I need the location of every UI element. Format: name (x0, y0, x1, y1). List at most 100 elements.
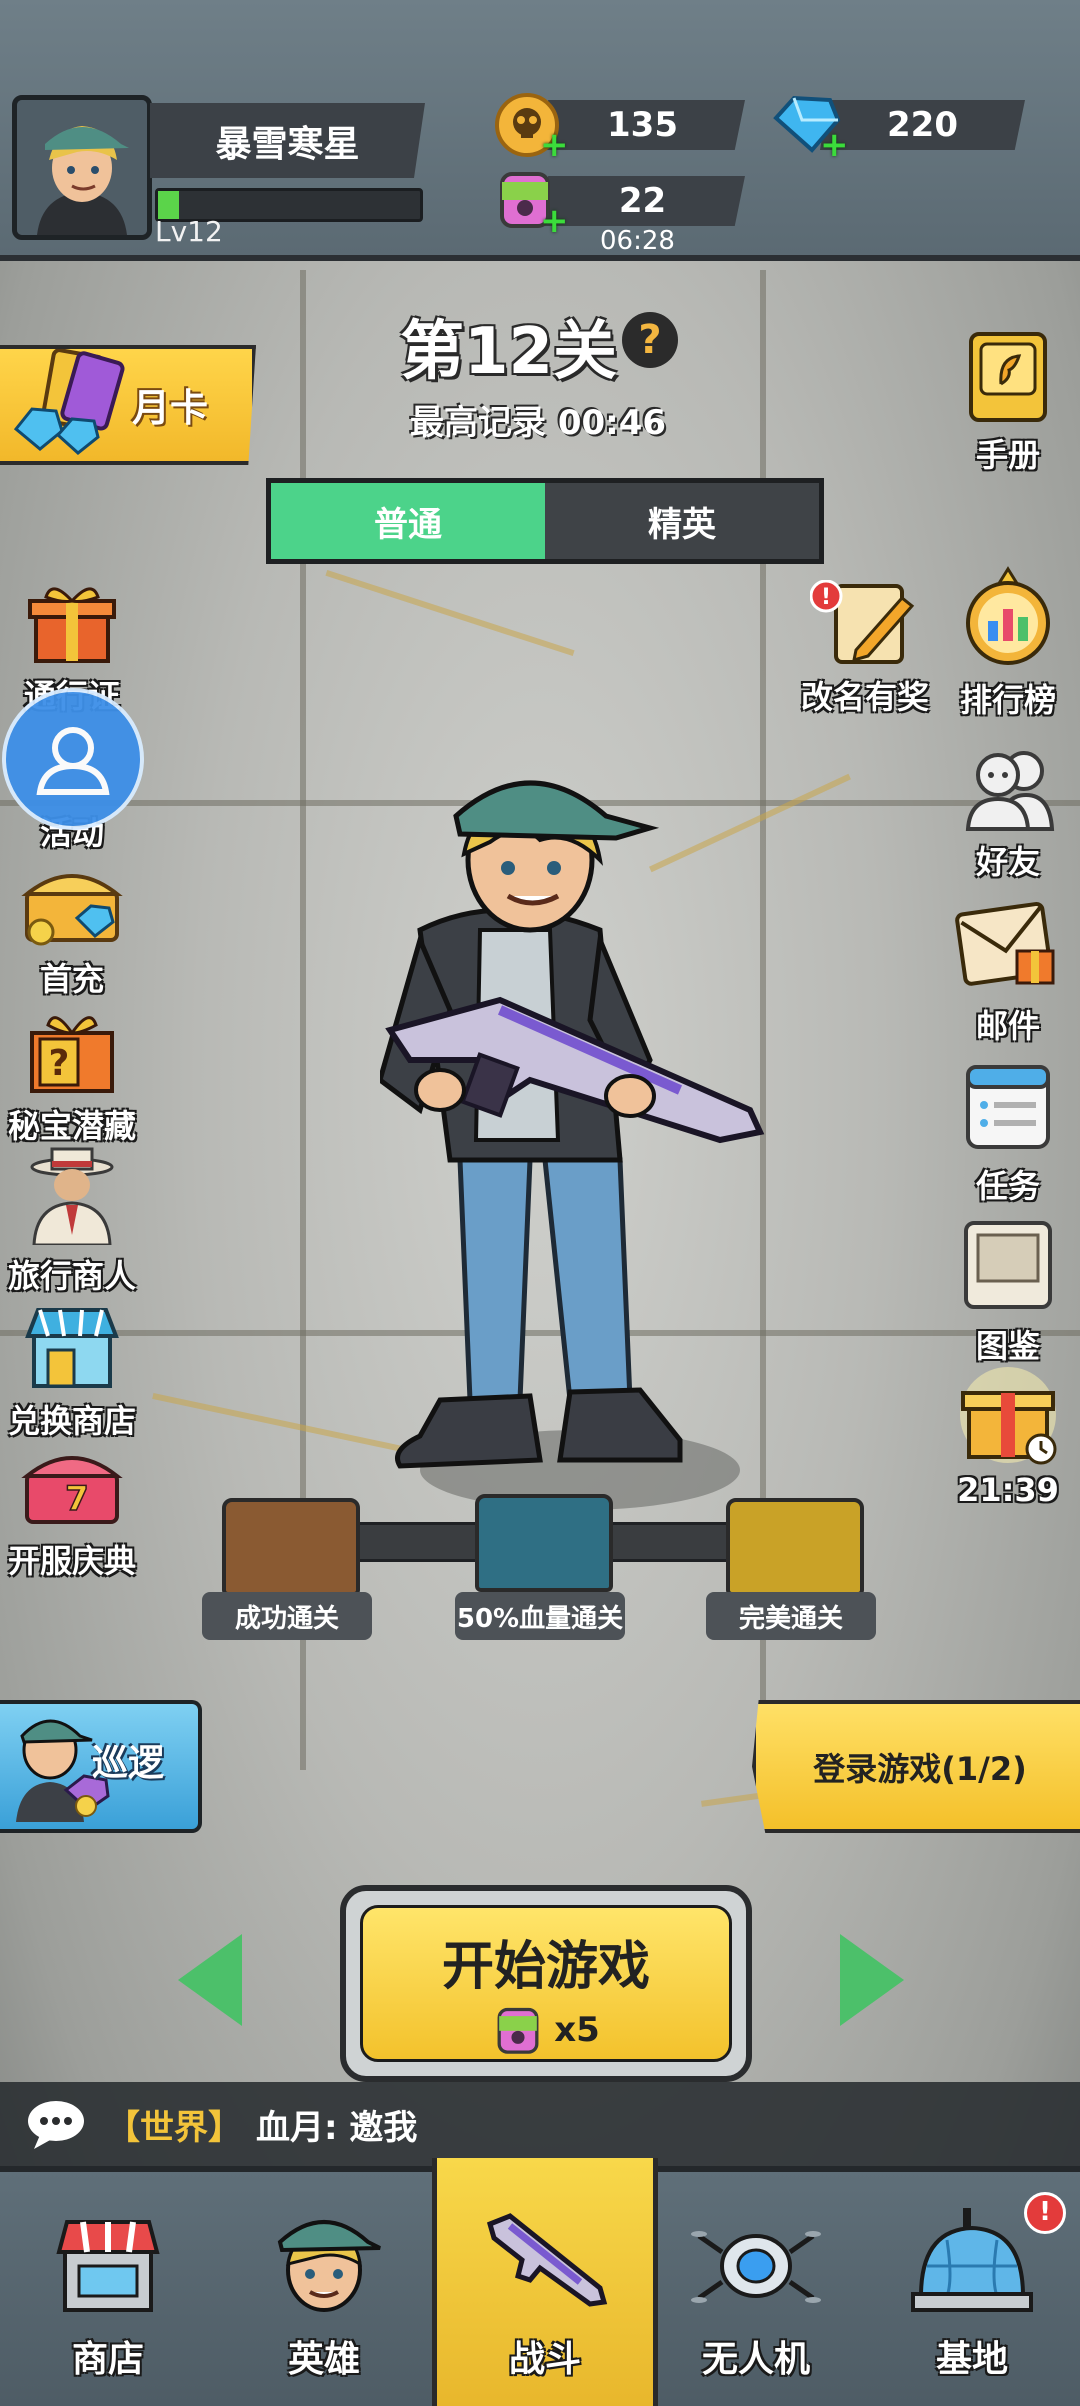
rifle-icon (486, 2213, 608, 2307)
first-recharge-label: 首充 (39, 960, 104, 998)
chat-bubble-icon (28, 2101, 84, 2149)
energy-cost-icon (497, 2007, 539, 2054)
rename-reward-label: 改名有奖 (800, 678, 929, 716)
patrol-button[interactable]: 巡逻 (0, 1700, 202, 1833)
login-reward-banner[interactable]: 登录游戏(1/2) (752, 1700, 1080, 1833)
opening-celebration-label: 开服庆典 (7, 1542, 136, 1580)
month-card-icon (13, 349, 125, 455)
nav-hero[interactable]: 英雄 (216, 2172, 432, 2406)
best-record: 最高记录 00:46 (410, 403, 667, 443)
chat-channel: 【世界】 (106, 2107, 242, 2148)
first-recharge-button[interactable]: 首充 (2, 862, 142, 1000)
reward-label-success: 成功通关 (202, 1592, 372, 1640)
login-reward-label: 登录游戏(1/2) (813, 1749, 1027, 1788)
hidden-treasure-button[interactable]: ? 秘宝潜藏 (2, 1005, 142, 1147)
reward-label-half-hp: 50%血量通关 (455, 1592, 625, 1640)
mail-icon (955, 902, 1055, 986)
handbook-label: 手册 (975, 436, 1040, 474)
gem-count: 220 (820, 100, 1025, 150)
merchant-icon (30, 1147, 114, 1247)
skull-coin-count: 135 (540, 100, 745, 150)
nav-store-label: 商店 (71, 2339, 144, 2380)
collection-icon (964, 1221, 1052, 1309)
month-card-label: 月卡 (132, 386, 209, 430)
nav-base-label: 基地 (935, 2339, 1008, 2380)
user-icon (36, 727, 110, 795)
top-status-bar: 暴雪寒星 Lv12 135 + 220 + 22 + 06:28 (0, 0, 1080, 261)
hero-character (380, 780, 765, 1510)
nav-store[interactable]: 商店 (0, 2172, 216, 2406)
nav-drone[interactable]: 无人机 (648, 2172, 864, 2406)
reward-chest-half-hp[interactable] (475, 1494, 613, 1592)
opening-celebration-button[interactable]: 7 开服庆典 (2, 1440, 142, 1582)
exchange-shop-label: 兑换商店 (7, 1402, 136, 1440)
base-dome-icon (911, 2208, 1033, 2312)
add-energy-button[interactable]: + (540, 204, 569, 238)
tasks-icon (966, 1065, 1050, 1149)
mail-label: 邮件 (975, 1007, 1040, 1045)
traveling-merchant-button[interactable]: 旅行商人 (2, 1145, 142, 1297)
friends-label: 好友 (975, 843, 1040, 881)
traveling-merchant-label: 旅行商人 (7, 1257, 136, 1295)
friends-icon (965, 751, 1055, 831)
celebration-chest-icon: 7 (21, 1456, 123, 1524)
nav-hero-label: 英雄 (287, 2339, 360, 2380)
energy-timer: 06:28 (600, 226, 675, 256)
base-alert-badge: ! (1024, 2192, 1066, 2234)
leaderboard-button[interactable]: 排行榜 (938, 565, 1078, 721)
tasks-button[interactable]: 任务 (938, 1055, 1078, 1207)
tab-elite[interactable]: 精英 (545, 483, 819, 559)
svg-text:!: ! (821, 585, 831, 610)
svg-text:?: ? (49, 1043, 70, 1084)
exchange-shop-button[interactable]: 兑换商店 (2, 1300, 142, 1442)
month-card-button[interactable]: 月卡 (0, 345, 256, 465)
store-icon (56, 2220, 160, 2312)
hero-icon (277, 2220, 381, 2312)
chat-bar[interactable]: 【世界】 血月: 邀我 (0, 2082, 1080, 2166)
reward-chest-success[interactable] (222, 1498, 360, 1596)
tab-normal[interactable]: 普通 (271, 483, 545, 559)
timed-gift-icon (960, 1367, 1057, 1465)
svg-text:7: 7 (65, 1479, 89, 1519)
next-stage-arrow[interactable] (840, 1934, 904, 2026)
gift-icon (28, 587, 116, 663)
timed-gift-button[interactable]: 21:39 (938, 1365, 1078, 1509)
rename-reward-button[interactable]: ! 改名有奖 (795, 579, 935, 718)
drone-icon (691, 2231, 821, 2303)
start-game-label: 开始游戏 (441, 1937, 650, 1997)
nav-battle[interactable]: 战斗 (432, 2158, 658, 2406)
hidden-treasure-label: 秘宝潜藏 (7, 1107, 136, 1145)
help-button[interactable]: ? (622, 312, 678, 368)
friends-button[interactable]: 好友 (938, 745, 1078, 883)
timed-gift-countdown: 21:39 (957, 1471, 1059, 1509)
collection-button[interactable]: 图鉴 (938, 1215, 1078, 1367)
bottom-navigation: 商店 英雄 战斗 无人机 ! 基地 (0, 2158, 1080, 2406)
player-level: Lv12 (155, 215, 223, 248)
start-game-button[interactable]: 开始游戏 x5 (340, 1885, 752, 2082)
leaderboard-label: 排行榜 (959, 681, 1056, 719)
player-avatar[interactable] (12, 95, 152, 240)
patrol-label: 巡逻 (92, 1743, 165, 1784)
energy-count: 22 (540, 176, 745, 226)
mystery-box-icon: ? (30, 1016, 114, 1093)
floating-assistant-button[interactable] (2, 688, 144, 830)
nav-base[interactable]: ! 基地 (864, 2172, 1080, 2406)
add-coins-button[interactable]: + (540, 128, 569, 162)
mail-button[interactable]: 邮件 (938, 895, 1078, 1047)
handbook-button[interactable]: 手册 (938, 330, 1078, 476)
difficulty-tabs: 普通 精英 (266, 478, 824, 564)
energy-cost: x5 (554, 2010, 600, 2050)
player-name: 暴雪寒星 (150, 103, 425, 178)
shop-icon (25, 1308, 119, 1388)
stage-title: 第12关 (400, 315, 618, 389)
reward-label-perfect: 完美通关 (706, 1592, 876, 1640)
treasure-chest-icon (21, 874, 123, 946)
add-gems-button[interactable]: + (820, 128, 849, 162)
rename-icon: ! (809, 579, 915, 664)
collection-label: 图鉴 (975, 1327, 1040, 1365)
trophy-icon (966, 566, 1050, 665)
prev-stage-arrow[interactable] (178, 1934, 242, 2026)
chat-message: 血月: 邀我 (256, 2107, 418, 2148)
reward-chest-perfect[interactable] (726, 1498, 864, 1596)
nav-battle-label: 战斗 (508, 2339, 581, 2380)
